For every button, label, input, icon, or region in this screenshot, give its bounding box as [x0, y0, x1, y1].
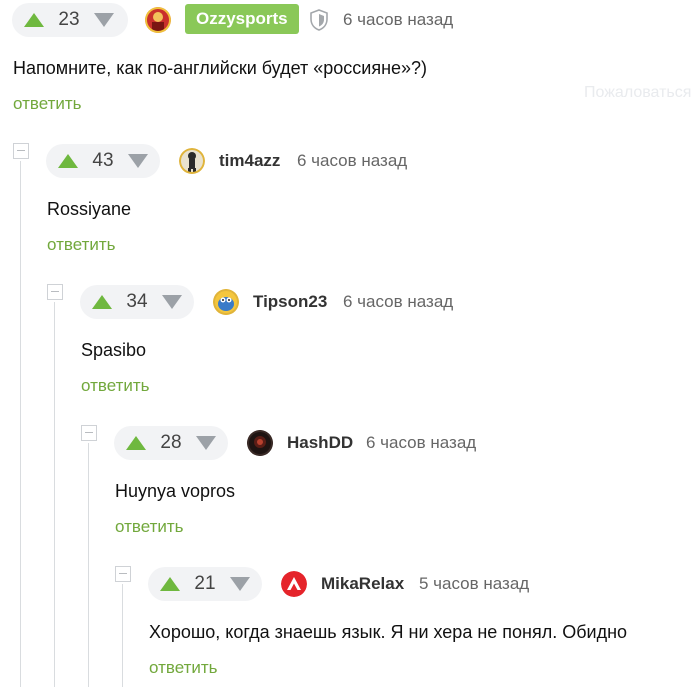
reply-link[interactable]: ответить [81, 376, 150, 396]
collapse-toggle[interactable] [13, 143, 29, 159]
vote-widget: 34 [80, 285, 194, 319]
report-link[interactable]: Пожаловаться [584, 84, 691, 102]
thread-line [122, 584, 123, 687]
thread-line [54, 302, 55, 687]
avatar-red-logo-icon[interactable] [281, 571, 307, 597]
downvote-arrow-icon[interactable] [228, 572, 252, 596]
avatar-cartoon-icon[interactable] [213, 289, 239, 315]
comment-time: 6 часов назад [297, 151, 408, 170]
vote-widget: 43 [46, 144, 160, 178]
upvote-arrow-icon[interactable] [90, 290, 114, 314]
thread-line [88, 443, 89, 687]
upvote-arrow-icon[interactable] [124, 431, 148, 455]
reply-link[interactable]: ответить [13, 94, 82, 114]
vote-widget: 23 [12, 3, 128, 37]
reply-link[interactable]: ответить [47, 235, 116, 255]
reply-link[interactable]: ответить [115, 517, 184, 537]
reply-link[interactable]: ответить [149, 658, 218, 678]
upvote-arrow-icon[interactable] [158, 572, 182, 596]
rating-count: 21 [194, 573, 216, 594]
collapse-toggle[interactable] [47, 284, 63, 300]
comment-thread: Пожаловаться 23 Ozzysports 6 часов назад… [0, 0, 700, 687]
vote-widget: 21 [148, 567, 262, 601]
comment-text: Rossiyane [47, 199, 132, 219]
upvote-arrow-icon[interactable] [22, 8, 46, 32]
vote-widget: 28 [114, 426, 228, 460]
downvote-arrow-icon[interactable] [126, 149, 150, 173]
thread-line [20, 161, 21, 687]
rating-count: 28 [160, 432, 182, 453]
comment-text: Huynya vopros [115, 481, 236, 501]
username[interactable]: Tipson23 [253, 292, 327, 312]
avatar-dark-icon[interactable] [247, 430, 273, 456]
username[interactable]: MikaRelax [321, 574, 404, 594]
upvote-arrow-icon[interactable] [56, 149, 80, 173]
rating-count: 34 [126, 291, 148, 312]
comment-time: 6 часов назад [343, 292, 454, 311]
collapse-toggle[interactable] [115, 566, 131, 582]
comment-text: Spasibo [81, 340, 147, 360]
comment-time: 5 часов назад [419, 574, 530, 593]
downvote-arrow-icon[interactable] [194, 431, 218, 455]
comment-text: Хорошо, когда знаешь язык. Я ни хера не … [149, 622, 628, 642]
avatar-figure-icon[interactable] [179, 148, 205, 174]
username[interactable]: HashDD [287, 433, 353, 453]
downvote-arrow-icon[interactable] [92, 8, 116, 32]
username[interactable]: tim4azz [219, 151, 280, 171]
comment-time: 6 часов назад [343, 10, 454, 29]
comment-time: 6 часов назад [366, 433, 477, 452]
shield-icon [309, 9, 329, 36]
rating-count: 23 [58, 9, 80, 30]
author-badge[interactable]: Ozzysports [185, 4, 299, 34]
downvote-arrow-icon[interactable] [160, 290, 184, 314]
collapse-toggle[interactable] [81, 425, 97, 441]
rating-count: 43 [92, 150, 114, 171]
comment-text: Напомните, как по-английски будет «росси… [13, 58, 428, 78]
avatar-red-player-icon[interactable] [145, 7, 171, 33]
